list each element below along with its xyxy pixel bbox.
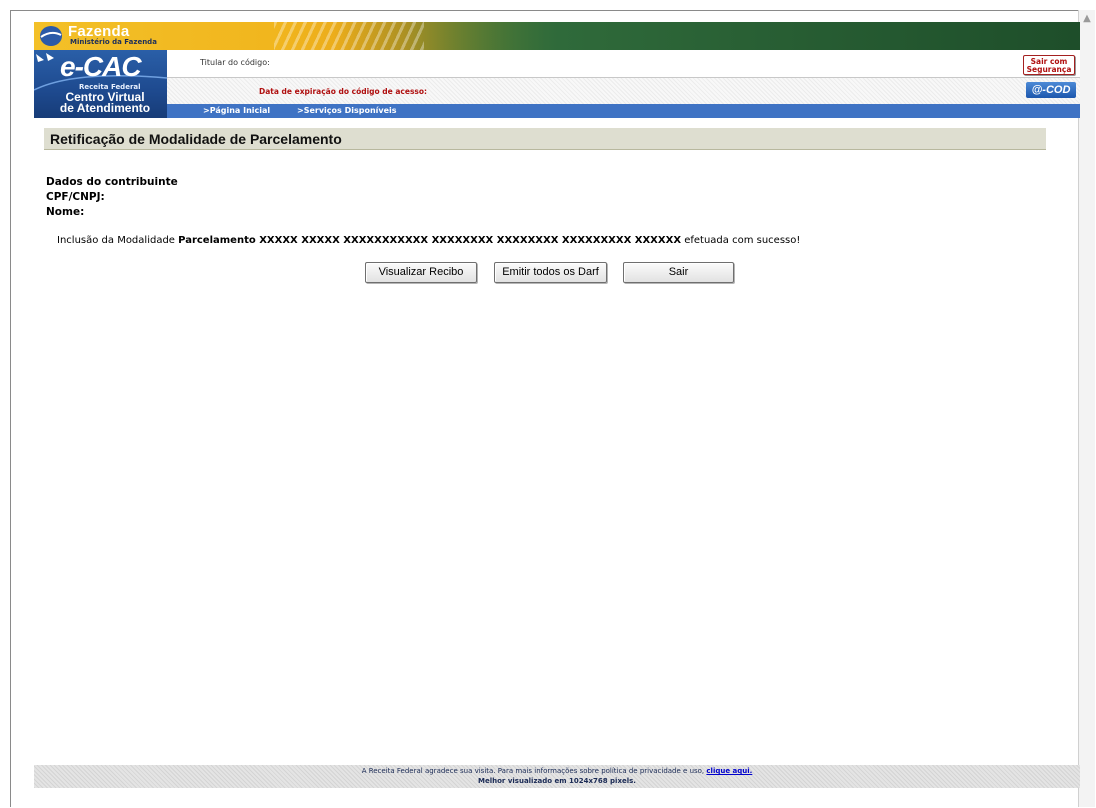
nav-link-home[interactable]: >Página Inicial — [203, 106, 270, 115]
footer: A Receita Federal agradece sua visita. P… — [34, 765, 1080, 788]
titular-label: Titular do código: — [200, 58, 270, 67]
cpf-label: CPF/CNPJ: — [46, 191, 105, 203]
page-title: Retificação de Modalidade de Parcelament… — [50, 131, 342, 147]
ecod-button[interactable]: @-COD — [1026, 82, 1076, 98]
emit-all-darf-button[interactable]: Emitir todos os Darf — [494, 262, 607, 283]
logo-main-text: e-CAC — [60, 51, 142, 82]
footer-privacy-line: A Receita Federal agradece sua visita. P… — [34, 767, 1080, 775]
brazil-flag-icon — [40, 26, 62, 46]
message-prefix: Inclusão da Modalidade — [57, 235, 175, 246]
expiration-label: Data de expiração do código de acesso: — [259, 87, 428, 96]
titular-row: Titular do código: — [167, 50, 1080, 78]
logo-caption: Centro Virtual de Atendimento — [44, 91, 166, 115]
footer-resolution-note: Melhor visualizado em 1024x768 pixels. — [478, 777, 636, 785]
nav-link-services[interactable]: >Serviços Disponíveis — [297, 106, 397, 115]
exit-button[interactable]: Sair — [623, 262, 734, 283]
page-title-bar: Retificação de Modalidade de Parcelament… — [44, 128, 1046, 150]
contributor-heading: Dados do contribuinte — [46, 176, 178, 188]
view-receipt-button[interactable]: Visualizar Recibo — [365, 262, 477, 283]
logo-caption-line-2: de Atendimento — [59, 101, 151, 115]
expiration-row: Data de expiração do código de acesso: — [167, 78, 1080, 104]
vertical-scrollbar[interactable]: ▲ — [1078, 10, 1095, 807]
message-suffix: efetuada com sucesso! — [684, 235, 801, 246]
site-header: Fazenda Ministério da Fazenda e-CAC Rece… — [34, 22, 1080, 118]
nav-bar: >Página Inicial >Serviços Disponíveis — [167, 104, 1080, 118]
success-message: Inclusão da Modalidade Parcelamento XXXX… — [57, 235, 800, 246]
footer-privacy-text: A Receita Federal agradece sua visita. P… — [361, 767, 705, 775]
privacy-link[interactable]: clique aqui. — [706, 767, 752, 775]
name-label: Nome: — [46, 206, 85, 218]
banner-stripes — [274, 22, 424, 50]
banner-green-band — [334, 22, 1080, 50]
ecac-logo[interactable]: e-CAC Receita Federal Centro Virtual de … — [34, 50, 167, 118]
ministry-subtitle: Ministério da Fazenda — [70, 38, 157, 46]
scroll-up-arrow-icon[interactable]: ▲ — [1080, 11, 1094, 27]
logout-button[interactable]: Sair com Segurança — [1023, 55, 1075, 75]
message-modality: Parcelamento XXXXX XXXXX XXXXXXXXXXX XXX… — [178, 235, 682, 246]
